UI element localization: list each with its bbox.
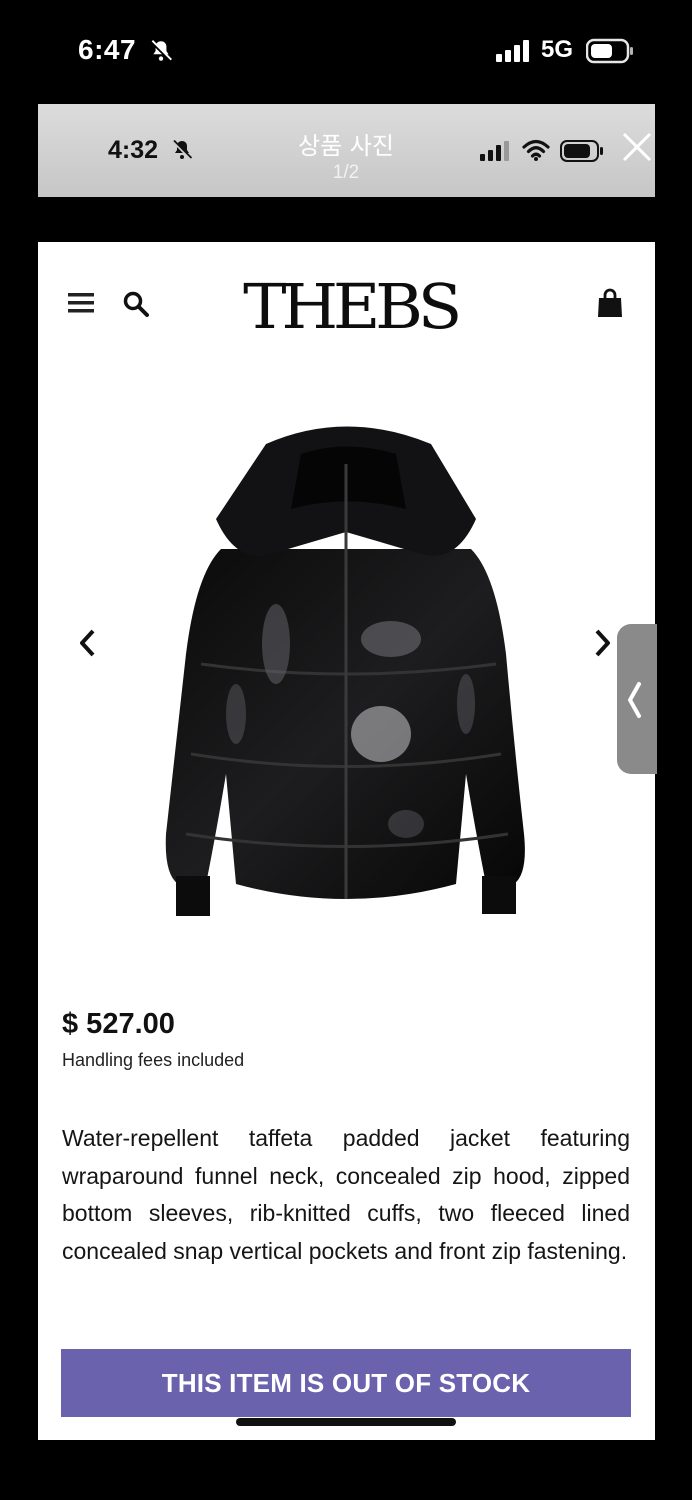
product-image (165, 426, 525, 916)
battery-icon (586, 38, 633, 64)
outer-status-time: 6:47 (78, 34, 137, 65)
viewer-title: 상품 사진 (298, 132, 394, 160)
signal-icon (480, 141, 509, 161)
close-icon[interactable] (620, 130, 654, 164)
photo-counter: 1/2 (332, 162, 360, 183)
chevron-left-icon[interactable] (76, 628, 100, 658)
menu-icon[interactable] (68, 292, 94, 314)
product-description: Water-repellent taffeta padded jacket fe… (62, 1125, 630, 1264)
chevron-left-icon (628, 682, 641, 718)
product-price: $ 527.00 (62, 1008, 175, 1040)
outer-status-bar: 6:47 5G (0, 0, 692, 100)
product-page: THEBS $ 527.00 Handling fees included Wa… (38, 242, 655, 1440)
photo-viewer-bar: 4:32 상품 사진 1/2 (38, 104, 655, 197)
bell-slash-icon (150, 40, 172, 62)
chevron-right-icon[interactable] (590, 628, 614, 658)
side-panel-handle[interactable] (617, 624, 657, 774)
bell-slash-icon (171, 139, 193, 161)
store-logo[interactable]: THEBS (243, 272, 462, 342)
network-type: 5G (541, 36, 574, 63)
home-indicator[interactable] (236, 1418, 456, 1426)
wifi-icon (522, 139, 550, 161)
out-of-stock-button[interactable]: THIS ITEM IS OUT OF STOCK (61, 1349, 631, 1417)
inner-status-time: 4:32 (108, 136, 159, 164)
shopping-bag-icon[interactable] (596, 288, 624, 318)
search-icon[interactable] (122, 290, 150, 318)
signal-icon (496, 40, 529, 62)
handling-fees-note: Handling fees included (62, 1050, 245, 1070)
battery-icon (560, 140, 603, 162)
